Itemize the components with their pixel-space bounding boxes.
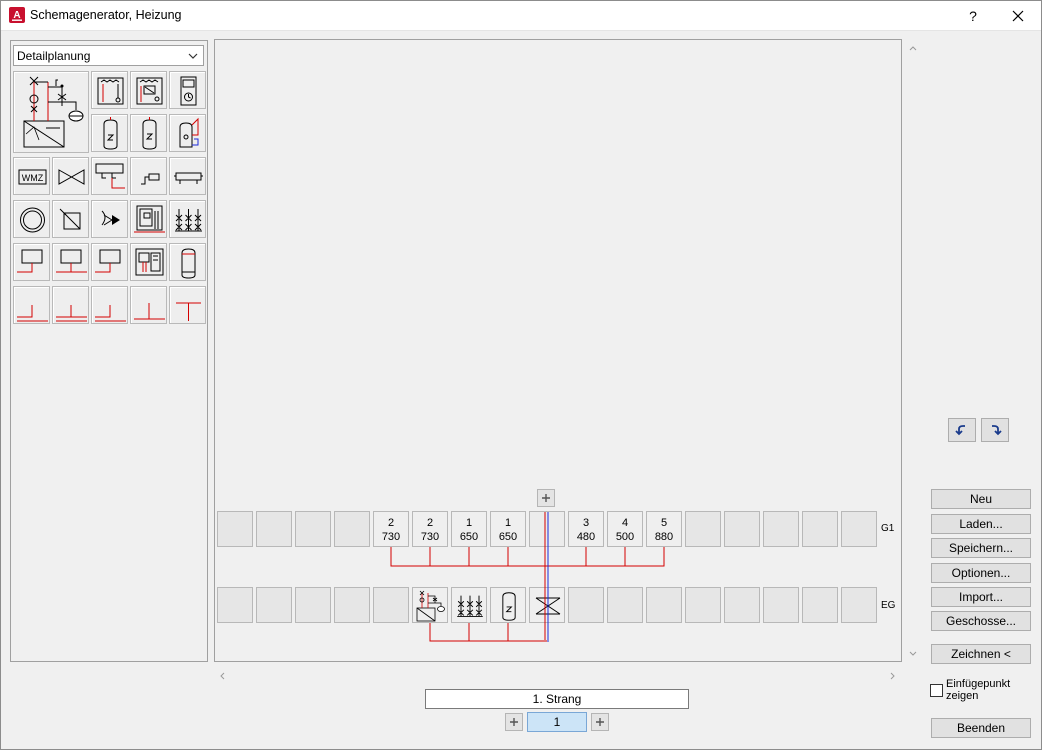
help-button[interactable]: ?: [956, 0, 990, 31]
consumer-both-icon: [56, 249, 87, 273]
planning-mode-select[interactable]: Detailplanung: [13, 45, 204, 66]
pipe-tee-icon: [56, 305, 87, 322]
add-strang-after-button[interactable]: [591, 713, 609, 731]
tool-manifold[interactable]: [169, 157, 206, 195]
add-strang-before-button[interactable]: [505, 713, 523, 731]
options-button[interactable]: Optionen...: [931, 563, 1031, 583]
distributor-branch-icon: [95, 163, 125, 189]
tool-storage-tank[interactable]: [91, 114, 128, 152]
scroll-down-icon[interactable]: [908, 649, 918, 659]
exit-button[interactable]: Beenden: [931, 718, 1031, 738]
scroll-right-icon[interactable]: [888, 671, 898, 681]
pipe-up-icon: [134, 303, 165, 320]
boiler-controller-icon: [136, 77, 163, 105]
storage-tank-icon: [103, 117, 118, 150]
strang-page-number[interactable]: 1: [527, 712, 587, 732]
boiler-unit-icon: [134, 205, 165, 233]
plus-icon: [510, 718, 518, 726]
valve-icon: [58, 169, 85, 185]
redo-button[interactable]: [981, 418, 1009, 442]
tool-pipe-up[interactable]: [130, 286, 167, 324]
tool-boiler-combination[interactable]: [130, 243, 167, 281]
radiator-pump-icon: [97, 77, 124, 105]
scroll-left-icon[interactable]: [217, 671, 227, 681]
tool-heat-meter[interactable]: WMZ: [13, 157, 50, 195]
undo-icon: [955, 425, 965, 436]
hot-water-tank-icon: [181, 248, 196, 279]
tool-radiator-pump[interactable]: [91, 71, 128, 109]
plus-icon: [596, 718, 604, 726]
tool-solar-tank[interactable]: [169, 114, 206, 152]
planning-mode-value: Detailplanung: [17, 49, 91, 63]
tool-control-cabinet[interactable]: [169, 71, 206, 109]
tool-hot-water-tank[interactable]: [169, 243, 206, 281]
chevron-down-icon: [188, 53, 198, 59]
insertion-point-checkbox[interactable]: [930, 684, 943, 697]
tool-boiler-unit[interactable]: [130, 200, 167, 238]
tool-pipe-tee[interactable]: [52, 286, 89, 324]
pipe-network: [390, 512, 665, 642]
tool-valve[interactable]: [52, 157, 89, 195]
consumer-left-icon: [17, 249, 43, 273]
close-icon: [1012, 10, 1024, 21]
close-button[interactable]: [998, 0, 1038, 31]
tool-heating-station[interactable]: [13, 71, 89, 153]
pipe-t-icon: [176, 302, 201, 321]
boiler-combination-icon: [135, 248, 164, 276]
tool-distributor-branch[interactable]: [91, 157, 128, 195]
draw-button[interactable]: Zeichnen <: [931, 644, 1031, 664]
consumer-right-icon: [95, 249, 121, 273]
undo-button[interactable]: [948, 418, 976, 442]
heating-station-icon: [23, 76, 84, 148]
save-button[interactable]: Speichern...: [931, 538, 1031, 558]
import-button[interactable]: Import...: [931, 587, 1031, 607]
solar-tank-icon: [179, 117, 199, 148]
connector-icon: [141, 173, 160, 185]
app-logo-icon: A: [9, 7, 25, 23]
svg-text:WMZ: WMZ: [22, 173, 44, 183]
tool-pipe-t[interactable]: [169, 286, 206, 324]
scroll-up-icon[interactable]: [908, 43, 918, 53]
tool-consumer-both[interactable]: [52, 243, 89, 281]
valve-group-icon: [175, 209, 202, 232]
manifold-icon: [174, 172, 203, 184]
tool-boiler-controller[interactable]: [130, 71, 167, 109]
pump-circle-icon: [20, 207, 45, 233]
floors-button[interactable]: Geschosse...: [931, 611, 1031, 631]
tool-buffer-tank[interactable]: [130, 114, 167, 152]
tool-pipe-left[interactable]: [13, 286, 50, 324]
tool-pump-circle[interactable]: [13, 200, 50, 238]
pipe-left-icon: [17, 305, 48, 322]
redo-icon: [992, 425, 1002, 436]
window-title: Schemagenerator, Heizung: [30, 8, 182, 22]
control-cabinet-icon: [180, 76, 197, 106]
svg-text:A: A: [13, 10, 20, 21]
heat-meter-icon: WMZ: [18, 169, 47, 185]
tool-mixing-pump[interactable]: [91, 200, 128, 238]
supply-pipes: [390, 512, 665, 642]
pipe-right-icon: [95, 305, 126, 322]
insertion-point-label: Einfügepunkt zeigen: [946, 678, 1011, 702]
tool-consumer-right[interactable]: [91, 243, 128, 281]
heat-exchanger-icon: [59, 208, 81, 230]
strang-name-field[interactable]: 1. Strang: [425, 689, 689, 709]
buffer-tank-icon: [142, 117, 157, 150]
tool-heat-exchanger[interactable]: [52, 200, 89, 238]
tool-valve-group[interactable]: [169, 200, 206, 238]
load-button[interactable]: Laden...: [931, 514, 1031, 534]
tool-consumer-left[interactable]: [13, 243, 50, 281]
tool-connector[interactable]: [130, 157, 167, 195]
tool-pipe-right[interactable]: [91, 286, 128, 324]
new-button[interactable]: Neu: [931, 489, 1031, 509]
mixing-pump-icon: [101, 210, 120, 226]
